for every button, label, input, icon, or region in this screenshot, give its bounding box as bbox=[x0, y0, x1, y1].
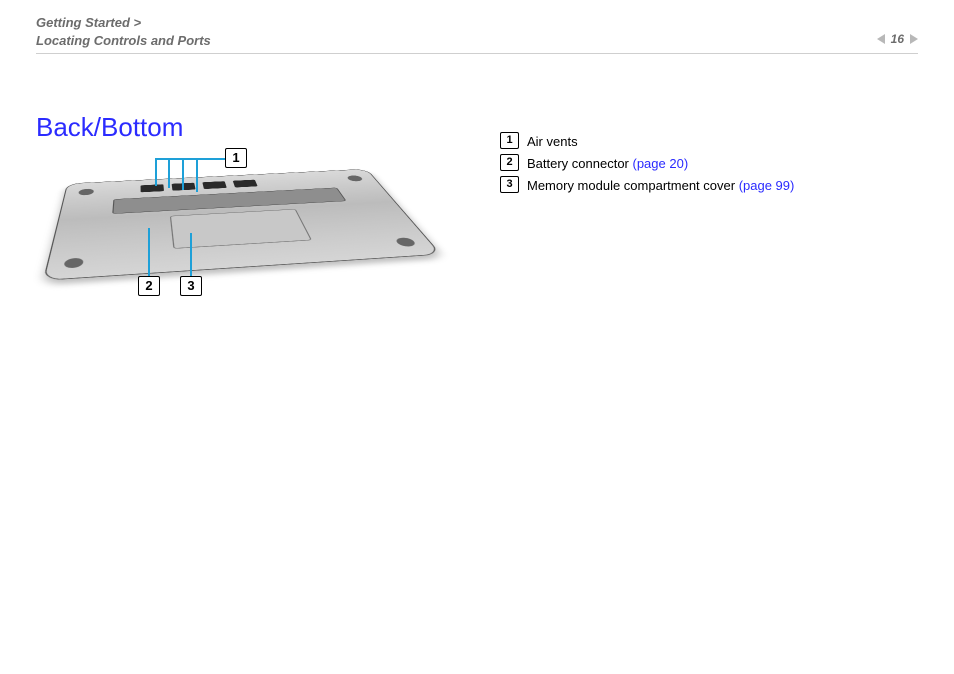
leader-line bbox=[196, 158, 198, 192]
legend-number: 3 bbox=[500, 176, 519, 193]
page-navigation: 16 bbox=[877, 32, 918, 46]
callout-1: 1 bbox=[225, 148, 247, 168]
legend-link[interactable]: (page 20) bbox=[633, 156, 689, 171]
page-number: 16 bbox=[891, 32, 904, 46]
diagram: 1 2 3 bbox=[60, 148, 400, 308]
legend: 1 Air vents 2 Battery connector (page 20… bbox=[500, 132, 794, 198]
section-title: Back/Bottom bbox=[36, 112, 183, 143]
legend-item: 2 Battery connector (page 20) bbox=[500, 154, 794, 174]
leader-line bbox=[155, 158, 157, 186]
leader-line bbox=[190, 233, 192, 276]
legend-item: 3 Memory module compartment cover (page … bbox=[500, 176, 794, 196]
breadcrumb: Getting Started > Locating Controls and … bbox=[36, 14, 918, 50]
legend-item: 1 Air vents bbox=[500, 132, 794, 152]
laptop-bottom-illustration bbox=[70, 176, 370, 271]
legend-text: Memory module compartment cover bbox=[527, 178, 739, 193]
breadcrumb-line2[interactable]: Locating Controls and Ports bbox=[36, 32, 918, 50]
leader-line bbox=[148, 228, 150, 276]
leader-line bbox=[168, 158, 170, 188]
next-page-icon[interactable] bbox=[910, 34, 918, 44]
legend-text: Air vents bbox=[527, 134, 578, 149]
legend-text: Battery connector bbox=[527, 156, 633, 171]
leader-line bbox=[182, 158, 184, 190]
breadcrumb-line1[interactable]: Getting Started > bbox=[36, 14, 918, 32]
legend-number: 1 bbox=[500, 132, 519, 149]
prev-page-icon[interactable] bbox=[877, 34, 885, 44]
legend-number: 2 bbox=[500, 154, 519, 171]
legend-link[interactable]: (page 99) bbox=[739, 178, 795, 193]
callout-3: 3 bbox=[180, 276, 202, 296]
callout-2: 2 bbox=[138, 276, 160, 296]
leader-line bbox=[155, 158, 225, 160]
header-divider bbox=[36, 53, 918, 54]
